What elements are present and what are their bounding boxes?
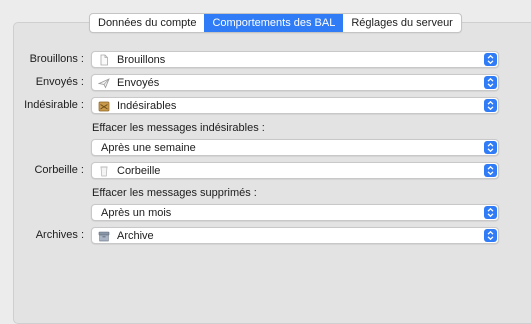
junk-label: Indésirable : [24, 99, 84, 111]
trash-popup[interactable]: Corbeille [91, 162, 499, 179]
archive-popup[interactable]: Archive [91, 227, 499, 244]
junk-erase-value: Après une semaine [101, 142, 196, 154]
tab-mailbox-behaviors[interactable]: Comportements des BAL [204, 14, 344, 32]
tab-account-info[interactable]: Données du compte [90, 14, 204, 32]
chevron-updown-icon [484, 164, 497, 177]
chevron-updown-icon [484, 53, 497, 66]
trash-erase-label: Effacer les messages supprimés : [92, 187, 257, 199]
junk-erase-label: Effacer les messages indésirables : [92, 122, 265, 134]
chevron-updown-icon [484, 141, 497, 154]
paper-plane-icon [97, 77, 110, 89]
chevron-updown-icon [484, 99, 497, 112]
junk-mailbox-icon [98, 100, 110, 112]
drafts-popup[interactable]: Brouillons [91, 51, 499, 68]
junk-erase-popup[interactable]: Après une semaine [91, 139, 499, 156]
junk-popup[interactable]: Indésirables [91, 97, 499, 114]
trash-value: Corbeille [117, 165, 161, 177]
tab-bar: Données du compte Comportements des BAL … [89, 13, 462, 33]
drafts-label: Brouillons : [29, 53, 84, 65]
chevron-updown-icon [484, 206, 497, 219]
trash-erase-value: Après un mois [101, 207, 172, 219]
trash-icon [98, 165, 110, 177]
junk-value: Indésirables [117, 100, 177, 112]
chevron-updown-icon [484, 229, 497, 242]
chevron-updown-icon [484, 76, 497, 89]
tab-server-settings[interactable]: Réglages du serveur [343, 14, 461, 32]
archive-label: Archives : [35, 229, 84, 241]
sent-popup[interactable]: Envoyés [91, 74, 499, 91]
archive-box-icon [98, 230, 110, 242]
sent-label: Envoyés : [35, 76, 84, 88]
sent-value: Envoyés [117, 77, 160, 89]
trash-erase-popup[interactable]: Après un mois [91, 204, 499, 221]
drafts-value: Brouillons [117, 54, 166, 66]
archive-value: Archive [117, 230, 154, 242]
document-icon [98, 54, 110, 66]
trash-label: Corbeille : [34, 164, 84, 176]
